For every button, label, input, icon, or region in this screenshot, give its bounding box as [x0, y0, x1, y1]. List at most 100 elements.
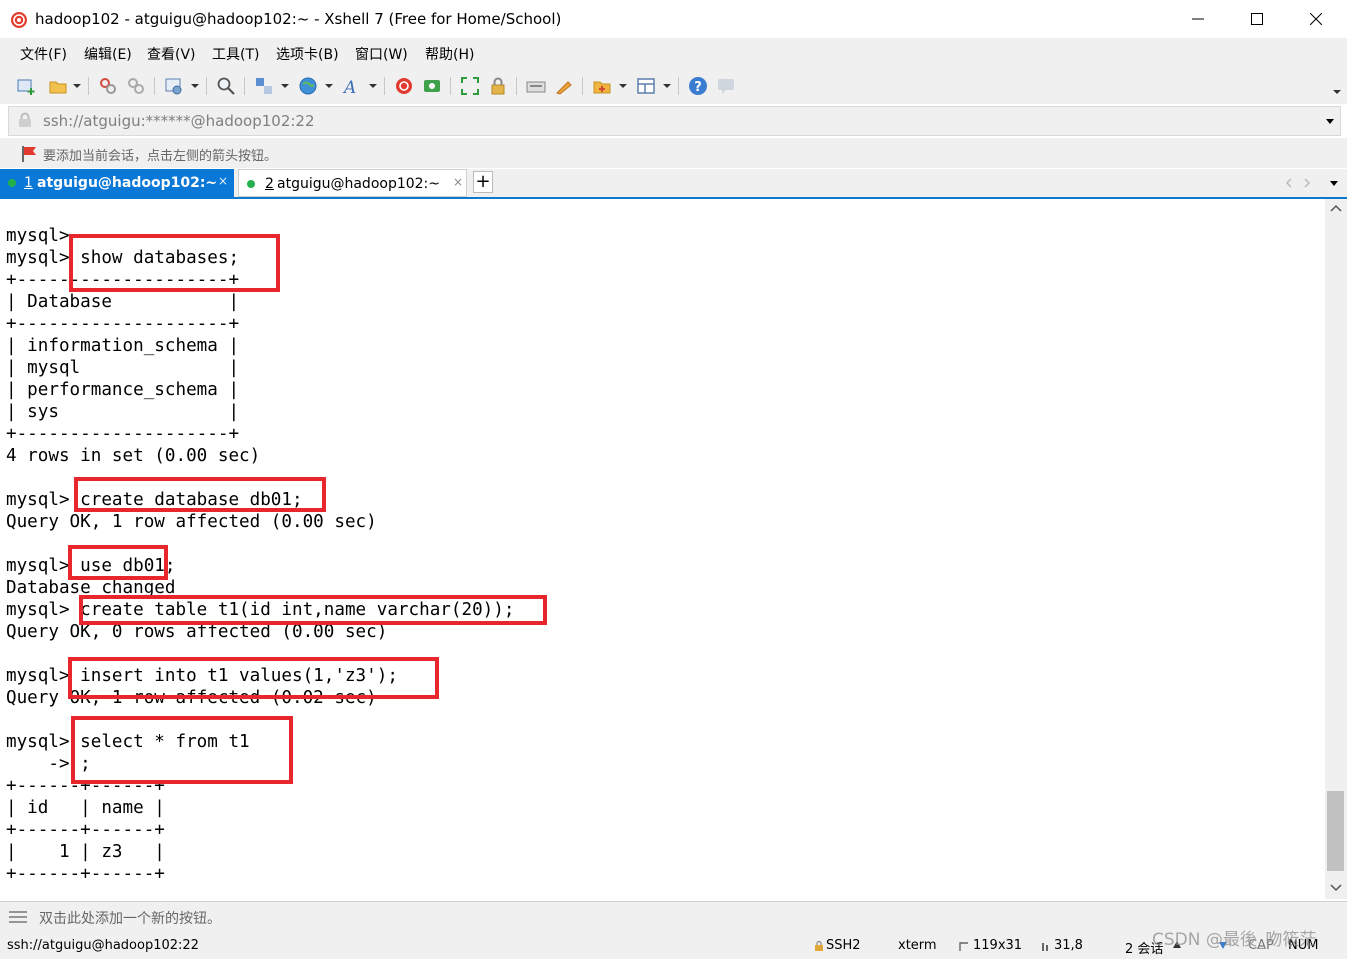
- terminal-scrollbar[interactable]: [1325, 199, 1347, 899]
- highlight-box: [68, 657, 439, 699]
- terminal-line: | performance_schema |: [6, 380, 240, 400]
- tab-scroll-arrows-icon[interactable]: [1285, 177, 1313, 189]
- terminal-line: | id | name |: [6, 798, 165, 818]
- maximize-button[interactable]: [1228, 0, 1286, 38]
- properties-icon[interactable]: [164, 76, 184, 96]
- address-input[interactable]: ssh://atguigu:******@hadoop102:22: [43, 112, 315, 130]
- highlight-box: [79, 595, 547, 625]
- search-icon[interactable]: [216, 76, 236, 96]
- highlight-pen-icon[interactable]: [554, 76, 574, 96]
- terminal-line: | 1 | z3 |: [6, 842, 165, 862]
- tab-number: 1: [24, 175, 33, 191]
- connected-status-icon: [247, 180, 255, 188]
- terminal-line: +------+------+: [6, 864, 165, 884]
- font-icon[interactable]: A: [342, 76, 362, 96]
- close-icon: [1310, 13, 1322, 25]
- toolbar-separator: [88, 77, 89, 95]
- ssh-lock-icon: [815, 940, 823, 951]
- scrollbar-thumb[interactable]: [1327, 791, 1344, 871]
- chat-icon[interactable]: [716, 76, 736, 96]
- lock-icon[interactable]: [488, 76, 508, 96]
- highlight-box: [71, 716, 293, 784]
- terminal-line: | mysql |: [6, 358, 240, 378]
- terminal-line: +--------------------+: [6, 314, 240, 334]
- menu-file[interactable]: 文件(F): [20, 44, 67, 64]
- disconnect-icon[interactable]: [98, 76, 118, 96]
- terminal-line: | sys |: [6, 402, 240, 422]
- layout-icon[interactable]: [636, 76, 656, 96]
- terminal-line: | information_schema |: [6, 336, 240, 356]
- status-bar: ssh://atguigu@hadoop102:22 SSH2 xterm 11…: [0, 932, 1347, 959]
- address-bar[interactable]: ssh://atguigu:******@hadoop102:22: [8, 106, 1341, 136]
- fullscreen-icon[interactable]: [460, 76, 480, 96]
- app-snail-icon: [11, 12, 27, 28]
- reconnect-icon[interactable]: [126, 76, 146, 96]
- tab-close-icon[interactable]: ×: [453, 175, 463, 189]
- menu-window[interactable]: 窗口(W): [355, 44, 408, 64]
- tab-bar: 1 atguigu@hadoop102:~ × 2 atguigu@hadoop…: [0, 169, 1347, 199]
- minimize-button[interactable]: [1169, 0, 1227, 38]
- open-folder-icon[interactable]: [48, 76, 68, 96]
- lock-icon: [19, 112, 31, 127]
- new-session-icon[interactable]: [16, 76, 36, 96]
- globe-icon[interactable]: [298, 76, 318, 96]
- menu-lines-icon[interactable]: [9, 910, 27, 924]
- menu-edit[interactable]: 编辑(E): [84, 44, 132, 64]
- toolbar-separator: [244, 77, 245, 95]
- flag-icon: [22, 146, 36, 162]
- terminal-screen[interactable]: mysql> mysql> show databases; +---------…: [0, 199, 1324, 899]
- toolbar-separator: [450, 77, 451, 95]
- highlight-box: [68, 545, 168, 580]
- add-folder-icon[interactable]: [592, 76, 612, 96]
- status-protocol: SSH2: [826, 938, 861, 953]
- tab-label: atguigu@hadoop102:~: [277, 176, 441, 192]
- add-folder-dropdown-arrow[interactable]: [619, 84, 627, 88]
- terminal-line: Query OK, 0 rows affected (0.00 sec): [6, 622, 388, 642]
- properties-dropdown-arrow[interactable]: [191, 84, 199, 88]
- transfer-icon[interactable]: [254, 76, 274, 96]
- connected-status-icon: [8, 179, 16, 187]
- terminal-line: 4 rows in set (0.00 sec): [6, 446, 261, 466]
- layout-dropdown-arrow[interactable]: [663, 84, 671, 88]
- xftp-icon[interactable]: [422, 76, 442, 96]
- scroll-down-icon[interactable]: [1330, 884, 1342, 892]
- menu-tabs[interactable]: 选项卡(B): [276, 44, 339, 64]
- toolbar-separator: [678, 77, 679, 95]
- menu-tools[interactable]: 工具(T): [212, 44, 259, 64]
- close-button[interactable]: [1287, 0, 1345, 38]
- keyboard-icon[interactable]: [526, 76, 546, 96]
- font-dropdown-arrow[interactable]: [369, 84, 377, 88]
- transfer-dropdown-arrow[interactable]: [281, 84, 289, 88]
- globe-dropdown-arrow[interactable]: [325, 84, 333, 88]
- terminal-line: +--------------------+: [6, 424, 240, 444]
- chevron-down-icon[interactable]: [1326, 119, 1334, 124]
- watermark: CSDN @最後_吻筱茫: [1152, 930, 1317, 950]
- quick-command-bar[interactable]: 双击此处添加一个新的按钮。: [0, 901, 1347, 932]
- scroll-up-icon[interactable]: [1330, 204, 1342, 212]
- title-bar: hadoop102 - atguigu@hadoop102:~ - Xshell…: [0, 0, 1347, 38]
- terminal-line: | Database |: [6, 292, 240, 312]
- status-terminal-type: xterm: [898, 938, 937, 953]
- xshell-logo-icon[interactable]: [394, 76, 414, 96]
- window-title: hadoop102 - atguigu@hadoop102:~ - Xshell…: [35, 10, 562, 28]
- help-icon[interactable]: ?: [688, 76, 708, 96]
- status-connection: ssh://atguigu@hadoop102:22: [7, 938, 199, 953]
- menu-view[interactable]: 查看(V): [147, 44, 196, 64]
- tab-session-2[interactable]: 2 atguigu@hadoop102:~ ×: [238, 169, 467, 197]
- highlight-box: [74, 477, 326, 512]
- tab-close-icon[interactable]: ×: [218, 174, 228, 188]
- tab-session-1[interactable]: 1 atguigu@hadoop102:~ ×: [0, 169, 234, 197]
- terminal-line: Query OK, 1 row affected (0.00 sec): [6, 512, 377, 532]
- add-tab-button[interactable]: +: [473, 171, 493, 193]
- tab-list-chevron-down-icon[interactable]: [1330, 181, 1338, 186]
- terminal-line: mysql>: [6, 226, 70, 246]
- svg-text:A: A: [342, 78, 356, 96]
- toolbar-overflow-arrow[interactable]: [1333, 90, 1341, 94]
- menu-help[interactable]: 帮助(H): [425, 44, 474, 64]
- tab-label: atguigu@hadoop102:~: [37, 175, 218, 191]
- maximize-icon: [1251, 13, 1263, 25]
- toolbar-separator: [582, 77, 583, 95]
- quick-command-hint: 双击此处添加一个新的按钮。: [39, 911, 221, 927]
- hint-text: 要添加当前会话，点击左侧的箭头按钮。: [43, 149, 278, 164]
- open-dropdown-arrow[interactable]: [73, 84, 81, 88]
